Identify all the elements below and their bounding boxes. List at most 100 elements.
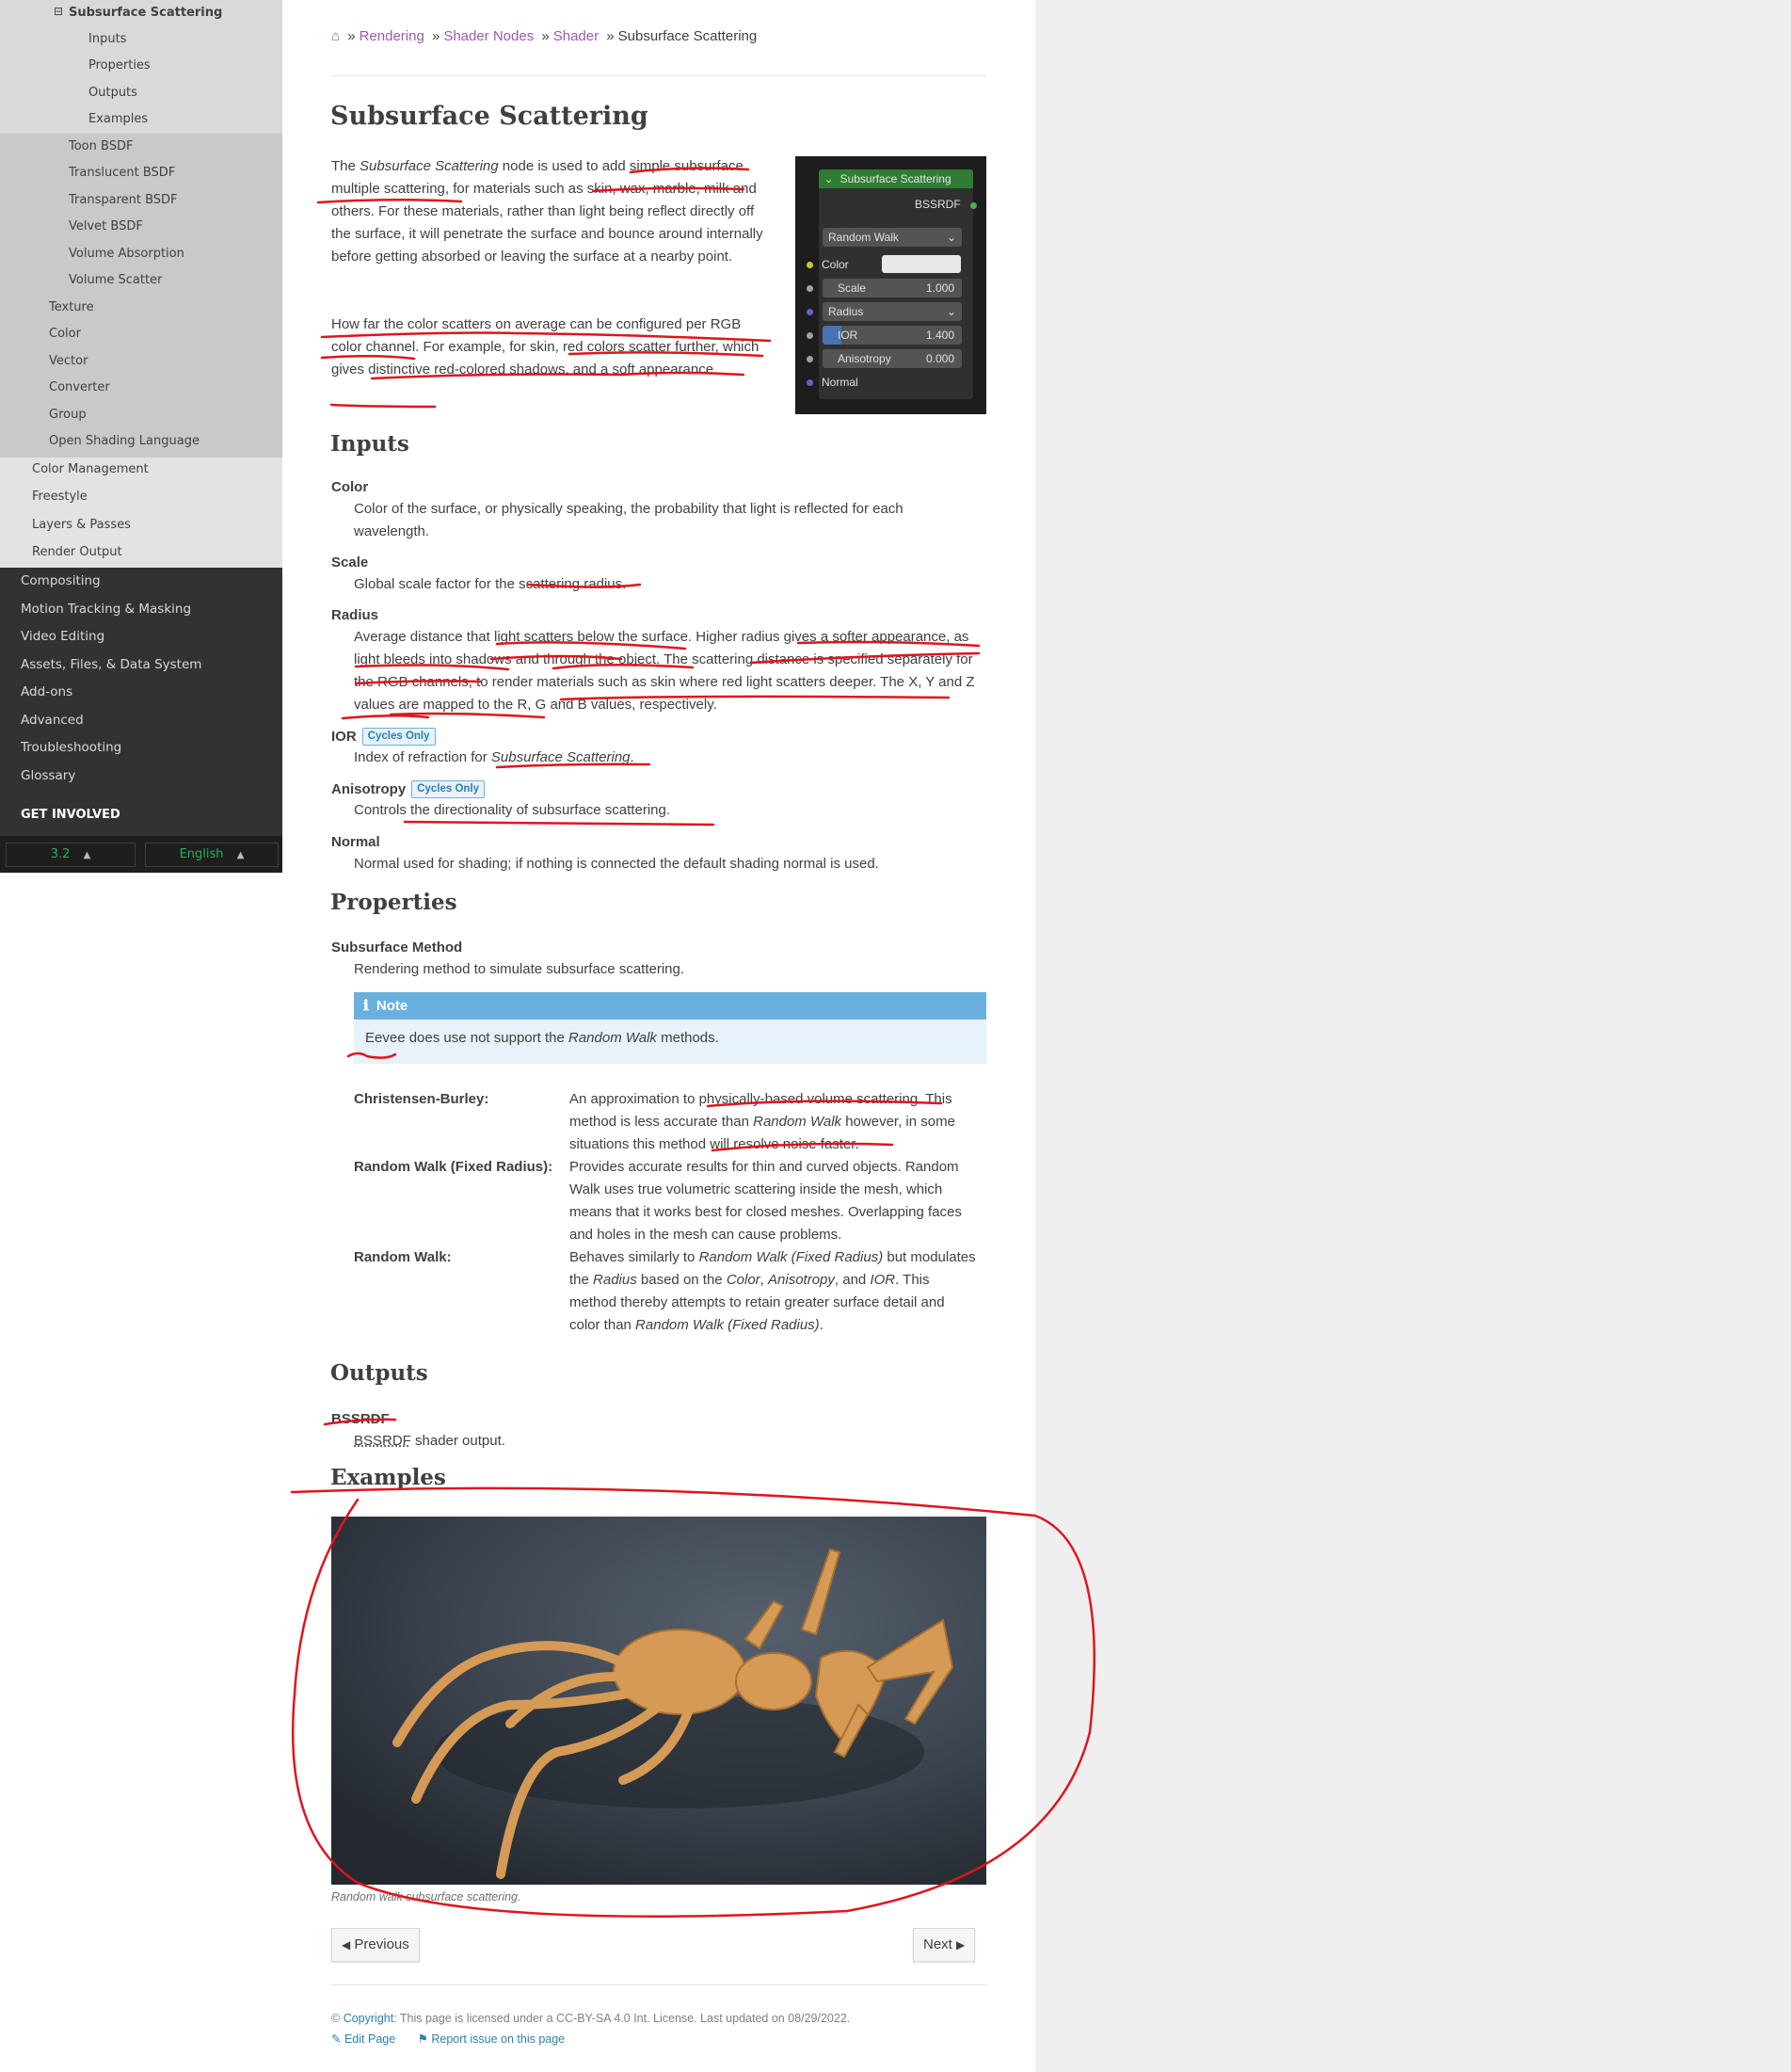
- radius-socket[interactable]: [807, 309, 813, 315]
- page-title: Subsurface Scattering: [330, 102, 648, 131]
- intro-paragraph: The Subsurface Scattering node is used t…: [331, 155, 774, 268]
- previous-button[interactable]: ◀ Previous: [331, 1928, 420, 1962]
- ior-socket[interactable]: [807, 332, 813, 339]
- breadcrumb-shader-nodes[interactable]: Shader Nodes: [443, 28, 534, 44]
- language-selector[interactable]: English ▲: [145, 843, 279, 867]
- method-option-term: Random Walk (Fixed Radius):: [354, 1159, 553, 1175]
- sidebar-item-properties[interactable]: Properties: [88, 58, 151, 72]
- sidebar-item-inputs[interactable]: Inputs: [88, 32, 126, 46]
- input-color-desc: Color of the surface, or physically spea…: [354, 501, 903, 539]
- sidebar-item-addons[interactable]: Add-ons: [21, 684, 72, 699]
- sidebar-item-vector[interactable]: Vector: [49, 354, 88, 368]
- footer-links: ✎ Edit Page ⚑ Report issue on this page: [331, 2032, 565, 2046]
- sidebar-item-assets[interactable]: Assets, Files, & Data System: [21, 657, 201, 672]
- method-dropdown[interactable]: Random Walk ⌄: [823, 228, 962, 247]
- copyright-symbol: ©: [331, 2012, 341, 2025]
- collapse-icon[interactable]: ⊟: [54, 5, 63, 18]
- output-desc-text: shader output.: [415, 1433, 505, 1449]
- ior-field-label: IOR: [838, 329, 858, 342]
- caret-up-icon: ▲: [83, 850, 91, 860]
- normal-socket[interactable]: [807, 379, 813, 386]
- output-bssrdf-desc: BSSRDF shader output.: [354, 1430, 956, 1453]
- color-socket[interactable]: [807, 262, 813, 268]
- anisotropy-term-text: Anisotropy: [331, 781, 407, 797]
- input-color-term: Color: [331, 479, 369, 495]
- sidebar-shader-section: [0, 134, 282, 458]
- sidebar-item-osl[interactable]: Open Shading Language: [49, 434, 200, 448]
- sidebar-item-volume-absorption[interactable]: Volume Absorption: [69, 247, 184, 261]
- sidebar-item-translucent-bsdf[interactable]: Translucent BSDF: [69, 166, 175, 180]
- sidebar-item-motion-tracking[interactable]: Motion Tracking & Masking: [21, 602, 191, 617]
- method-option-desc: Provides accurate results for thin and c…: [569, 1156, 988, 1246]
- ior-field[interactable]: IOR 1.400: [823, 326, 962, 345]
- scale-socket[interactable]: [807, 285, 813, 292]
- anisotropy-socket[interactable]: [807, 356, 813, 362]
- circle-arrow-left-icon: ◀: [342, 1938, 351, 1952]
- sidebar-item-volume-scatter[interactable]: Volume Scatter: [69, 273, 162, 287]
- intro-paragraph-2: How far the color scatters on average ca…: [331, 316, 760, 377]
- method-option-term: Christensen-Burley:: [354, 1091, 489, 1107]
- method-option-line: situations this method will resolve nois…: [569, 1136, 859, 1152]
- color-swatch[interactable]: [882, 255, 961, 273]
- sidebar-item-compositing[interactable]: Compositing: [21, 573, 101, 588]
- sidebar-item-outputs[interactable]: Outputs: [88, 86, 137, 100]
- method-option-line: An approximation to physically-based vol…: [569, 1091, 952, 1107]
- home-icon[interactable]: ⌂: [331, 28, 340, 44]
- node-output-label: BSSRDF: [915, 198, 961, 211]
- radius-field[interactable]: Radius ⌄: [823, 302, 962, 321]
- sidebar-item-troubleshooting[interactable]: Troubleshooting: [21, 740, 121, 755]
- sidebar-item-transparent-bsdf[interactable]: Transparent BSDF: [69, 193, 178, 207]
- sidebar-item-group[interactable]: Group: [49, 408, 87, 422]
- edit-page-link[interactable]: ✎ Edit Page: [331, 2032, 395, 2046]
- sidebar-item-layers-passes[interactable]: Layers & Passes: [32, 518, 131, 532]
- report-issue-link[interactable]: ⚑ Report issue on this page: [418, 2032, 565, 2046]
- sidebar-item-video-editing[interactable]: Video Editing: [21, 629, 104, 644]
- output-socket[interactable]: [970, 202, 977, 209]
- next-button[interactable]: Next ▶: [913, 1928, 976, 1962]
- sidebar-item-toon-bsdf[interactable]: Toon BSDF: [69, 139, 133, 153]
- chevron-down-icon: ⌄: [824, 174, 834, 185]
- footer-copyright: © Copyright: This page is licensed under…: [331, 2012, 850, 2025]
- subsurface-method-term: Subsurface Method: [331, 940, 463, 956]
- note-text: Eevee does use not support the Random Wa…: [365, 1030, 719, 1046]
- bug-icon: ⚑: [417, 2032, 428, 2046]
- anisotropy-field[interactable]: Anisotropy 0.000: [823, 349, 962, 368]
- edit-icon: ✎: [331, 2032, 342, 2046]
- scale-field[interactable]: Scale 1.000: [823, 279, 962, 297]
- method-option-line: method thereby attempts to retain greate…: [569, 1294, 945, 1310]
- output-bssrdf-term: BSSRDF: [331, 1411, 390, 1427]
- intro-text: The: [331, 158, 356, 174]
- breadcrumb-rendering[interactable]: Rendering: [360, 28, 424, 44]
- sidebar-item-color[interactable]: Color: [49, 327, 81, 341]
- get-involved-heading: GET INVOLVED: [21, 808, 120, 822]
- sidebar-item-advanced[interactable]: Advanced: [21, 713, 84, 728]
- sidebar-item-texture[interactable]: Texture: [49, 300, 94, 314]
- ior-term-text: IOR: [331, 729, 357, 745]
- node-color-label: Color: [822, 258, 849, 271]
- divider: [331, 1984, 986, 1985]
- version-selector[interactable]: 3.2 ▲: [6, 843, 136, 867]
- breadcrumb-shader[interactable]: Shader: [553, 28, 599, 44]
- copyright-link[interactable]: Copyright: [344, 2012, 394, 2025]
- chevron-down-icon: ⌄: [946, 231, 956, 244]
- edit-page-label: Edit Page: [344, 2032, 396, 2046]
- ior-desc-text: Index of refraction for: [354, 749, 488, 765]
- method-option-line: color than Random Walk (Fixed Radius).: [569, 1317, 824, 1333]
- node-title: Subsurface Scattering: [840, 172, 951, 185]
- method-option-line: means that it works best for closed mesh…: [569, 1204, 962, 1220]
- sidebar-item-glossary[interactable]: Glossary: [21, 768, 75, 783]
- method-value: Random Walk: [828, 231, 899, 244]
- sidebar-item-color-management[interactable]: Color Management: [32, 462, 149, 476]
- sidebar-item-converter[interactable]: Converter: [49, 380, 110, 394]
- image-caption: Random walk subsurface scattering.: [331, 1890, 521, 1903]
- ior-desc-end: .: [630, 749, 634, 765]
- sidebar-item-render-output[interactable]: Render Output: [32, 545, 122, 559]
- sidebar-item-subsurface-scattering[interactable]: Subsurface Scattering: [69, 6, 222, 20]
- sidebar-item-examples[interactable]: Examples: [88, 112, 148, 126]
- breadcrumb: ⌂ » Rendering » Shader Nodes » Shader » Subs…: [331, 28, 757, 44]
- sidebar-item-velvet-bsdf[interactable]: Velvet BSDF: [69, 219, 143, 233]
- sidebar-item-freestyle[interactable]: Freestyle: [32, 490, 88, 504]
- input-anisotropy-desc: Controls the directionality of subsurfac…: [354, 802, 670, 818]
- version-label: 3.2: [50, 847, 71, 861]
- sidebar: ⊟ Subsurface Scattering Inputs Propertie…: [0, 0, 282, 873]
